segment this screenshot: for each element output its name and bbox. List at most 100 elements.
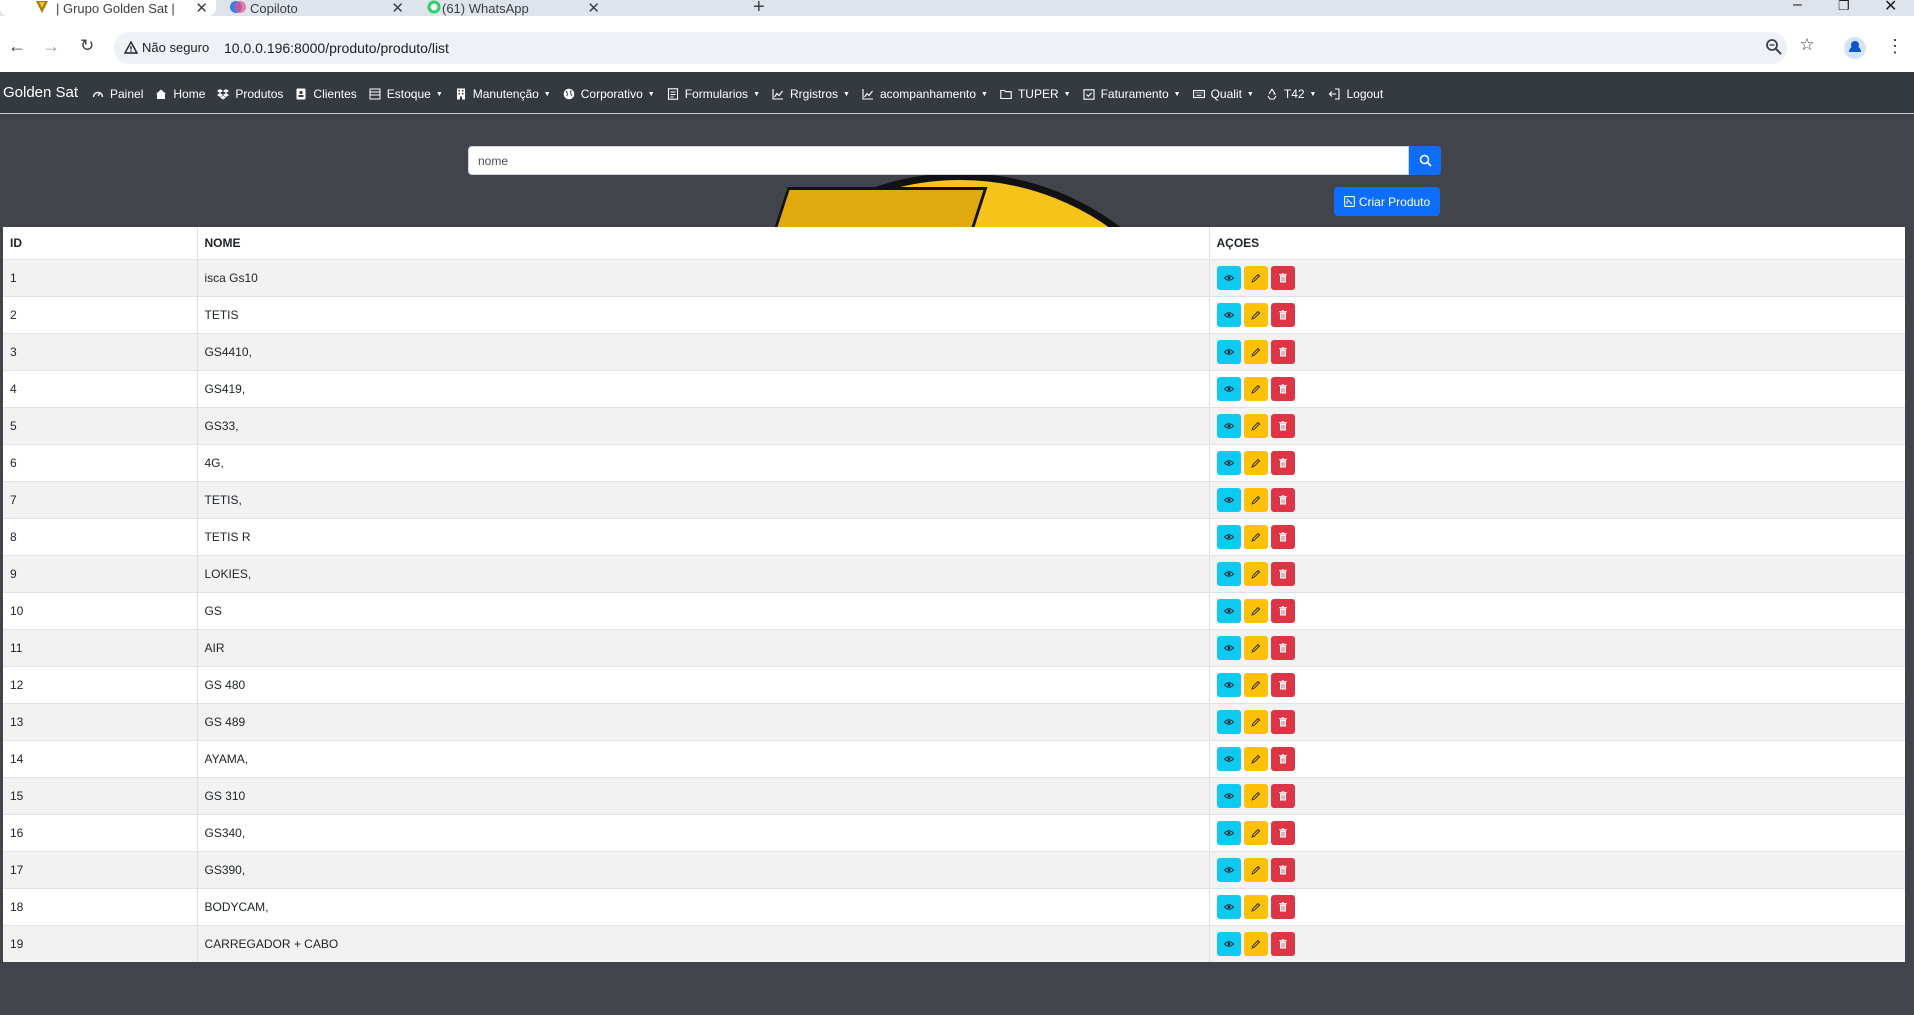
delete-button[interactable]: [1270, 709, 1295, 734]
view-button[interactable]: [1216, 561, 1241, 586]
view-button[interactable]: [1216, 265, 1241, 290]
view-button[interactable]: [1216, 857, 1241, 882]
cell-acoes: [1208, 517, 1905, 555]
edit-button[interactable]: [1243, 265, 1268, 290]
delete-button[interactable]: [1270, 598, 1295, 623]
close-icon[interactable]: ✕: [391, 0, 404, 17]
nav-item-produtos[interactable]: Produtos: [217, 87, 283, 101]
view-button[interactable]: [1216, 931, 1241, 956]
search-input[interactable]: [468, 146, 1409, 175]
profile-avatar[interactable]: [1844, 37, 1866, 59]
nav-item-logout[interactable]: Logout: [1328, 87, 1383, 101]
nav-item-estoque[interactable]: Estoque ▼: [369, 87, 443, 101]
view-button[interactable]: [1216, 783, 1241, 808]
nav-item-rrgistros[interactable]: Rrgistros ▼: [772, 87, 850, 101]
view-button[interactable]: [1216, 820, 1241, 845]
nav-item-painel[interactable]: Painel: [92, 87, 143, 101]
edit-button[interactable]: [1243, 783, 1268, 808]
view-button[interactable]: [1216, 339, 1241, 364]
delete-button[interactable]: [1270, 857, 1295, 882]
bookmark-star-icon[interactable]: ☆: [1797, 35, 1817, 55]
delete-button[interactable]: [1270, 894, 1295, 919]
edit-button[interactable]: [1243, 746, 1268, 771]
reload-icon[interactable]: ↻: [80, 37, 94, 54]
view-button[interactable]: [1216, 635, 1241, 660]
trash-icon: [1278, 864, 1288, 875]
delete-button[interactable]: [1270, 931, 1295, 956]
minimize-icon[interactable]: –: [1793, 0, 1802, 14]
delete-button[interactable]: [1270, 635, 1295, 660]
restore-icon[interactable]: ❐: [1838, 0, 1850, 14]
edit-button[interactable]: [1243, 709, 1268, 734]
delete-button[interactable]: [1270, 783, 1295, 808]
edit-button[interactable]: [1243, 524, 1268, 549]
edit-button[interactable]: [1243, 931, 1268, 956]
window-close-icon[interactable]: ✕: [1884, 0, 1897, 16]
address-bar[interactable]: Não seguro 10.0.0.196:8000/produto/produ…: [114, 32, 1787, 64]
edit-button[interactable]: [1243, 450, 1268, 475]
edit-button[interactable]: [1243, 857, 1268, 882]
forward-arrow-icon[interactable]: →: [42, 37, 60, 55]
view-button[interactable]: [1216, 598, 1241, 623]
nav-item-acompanhamento[interactable]: acompanhamento ▼: [862, 87, 988, 101]
delete-button[interactable]: [1270, 339, 1295, 364]
edit-button[interactable]: [1243, 413, 1268, 438]
nav-item-t42[interactable]: T42 ▼: [1266, 87, 1317, 101]
close-icon[interactable]: ✕: [587, 0, 600, 17]
zoom-icon[interactable]: [1764, 37, 1784, 57]
delete-button[interactable]: [1270, 561, 1295, 586]
view-button[interactable]: [1216, 894, 1241, 919]
nav-item-clientes[interactable]: Clientes: [295, 87, 357, 101]
create-product-button[interactable]: Criar Produto: [1334, 187, 1440, 216]
close-icon[interactable]: ✕: [195, 0, 208, 17]
nav-item-formularios[interactable]: Formularios ▼: [667, 87, 760, 101]
back-arrow-icon[interactable]: ←: [8, 37, 26, 55]
nav-item-tuper[interactable]: TUPER ▼: [1000, 87, 1071, 101]
edit-button[interactable]: [1243, 635, 1268, 660]
browser-tab-golden-sat[interactable]: | Grupo Golden Sat | ✕: [0, 0, 216, 17]
edit-button[interactable]: [1243, 820, 1268, 845]
delete-button[interactable]: [1270, 413, 1295, 438]
delete-button[interactable]: [1270, 376, 1295, 401]
edit-button[interactable]: [1243, 672, 1268, 697]
view-button[interactable]: [1216, 672, 1241, 697]
delete-button[interactable]: [1270, 524, 1295, 549]
edit-button[interactable]: [1243, 339, 1268, 364]
delete-button[interactable]: [1270, 265, 1295, 290]
nav-item-home[interactable]: Home: [155, 87, 205, 101]
delete-button[interactable]: [1270, 746, 1295, 771]
edit-button[interactable]: [1243, 302, 1268, 327]
browser-tab-copiloto[interactable]: Copiloto ✕: [224, 0, 412, 17]
nav-item-manuten-o[interactable]: Manutenção ▼: [455, 87, 551, 101]
edit-button[interactable]: [1243, 894, 1268, 919]
delete-button[interactable]: [1270, 672, 1295, 697]
delete-button[interactable]: [1270, 487, 1295, 512]
nav-item-faturamento[interactable]: Faturamento ▼: [1083, 87, 1181, 101]
view-button[interactable]: [1216, 413, 1241, 438]
caret-down-icon: ▼: [1309, 90, 1317, 98]
url-text[interactable]: 10.0.0.196:8000/produto/produto/list: [224, 40, 449, 56]
delete-button[interactable]: [1270, 450, 1295, 475]
view-button[interactable]: [1216, 746, 1241, 771]
view-button[interactable]: [1216, 376, 1241, 401]
delete-button[interactable]: [1270, 302, 1295, 327]
view-button[interactable]: [1216, 524, 1241, 549]
nav-item-corporativo[interactable]: Corporativo ▼: [563, 87, 655, 101]
view-button[interactable]: [1216, 302, 1241, 327]
brand-logo-text[interactable]: Golden Sat: [3, 84, 78, 101]
cell-id: 9: [3, 554, 197, 592]
copilot-favicon: [230, 1, 246, 13]
security-indicator[interactable]: Não seguro: [124, 40, 209, 55]
edit-button[interactable]: [1243, 561, 1268, 586]
nav-item-qualit[interactable]: Qualit ▼: [1192, 87, 1254, 101]
view-button[interactable]: [1216, 450, 1241, 475]
edit-button[interactable]: [1243, 487, 1268, 512]
browser-tab-whatsapp[interactable]: (61) WhatsApp ✕: [420, 0, 608, 17]
search-button[interactable]: [1409, 146, 1441, 175]
delete-button[interactable]: [1270, 820, 1295, 845]
menu-kebab-icon[interactable]: ⋮: [1886, 36, 1904, 57]
view-button[interactable]: [1216, 487, 1241, 512]
edit-button[interactable]: [1243, 376, 1268, 401]
edit-button[interactable]: [1243, 598, 1268, 623]
view-button[interactable]: [1216, 709, 1241, 734]
